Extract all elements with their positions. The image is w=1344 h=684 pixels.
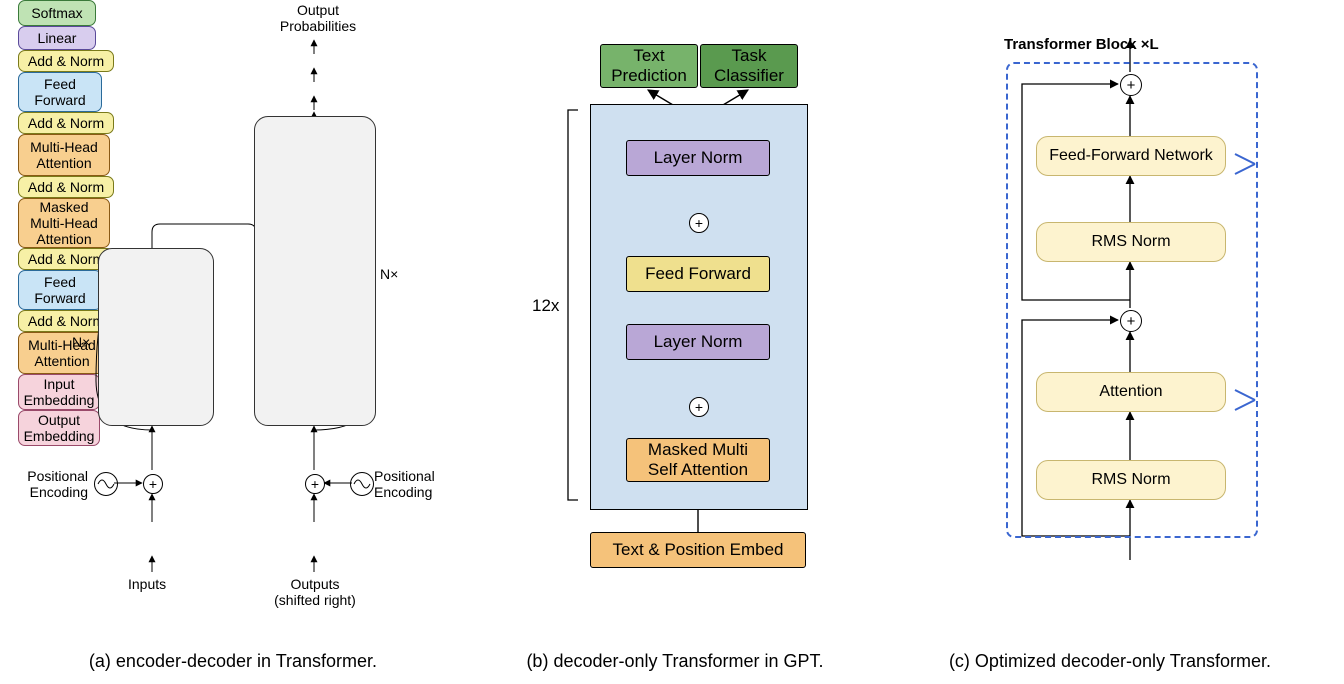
layer-norm-2-box: Layer Norm [626, 140, 770, 176]
plus-icon: + [689, 397, 709, 417]
transformer-block-title: Transformer Block ×L [1004, 36, 1159, 53]
inputs-label: Inputs [128, 576, 166, 592]
pos-enc-left-label: Positional Encoding [18, 468, 88, 500]
task-classifier-box: Task Classifier [700, 44, 798, 88]
dec-masked-mha: Masked Multi-Head Attention [18, 198, 110, 248]
pos-enc-right-label: Positional Encoding [374, 468, 435, 500]
dec-addnorm-1: Add & Norm [18, 176, 114, 198]
plus-icon: + [305, 474, 325, 494]
softmax-box: Softmax [18, 0, 96, 26]
rms-norm-2-box: RMS Norm [1036, 222, 1226, 262]
output-embedding-box: Output Embedding [18, 410, 100, 446]
linear-box: Linear [18, 26, 96, 50]
panel-c: Transformer Block ×L + Feed-Forward Netw… [910, 0, 1330, 624]
dec-addnorm-3: Add & Norm [18, 50, 114, 72]
layer-norm-1-box: Layer Norm [626, 324, 770, 360]
enc-ff: Feed Forward [18, 270, 102, 310]
caption-c: (c) Optimized decoder-only Transformer. [890, 651, 1330, 672]
dec-addnorm-2: Add & Norm [18, 112, 114, 134]
figure: Output Probabilities Softmax Linear Add … [0, 0, 1344, 684]
sine-icon [350, 472, 374, 496]
input-embedding-box: Input Embedding [18, 374, 100, 410]
feed-forward-box: Feed Forward [626, 256, 770, 292]
panel-a: Output Probabilities Softmax Linear Add … [18, 0, 448, 624]
sine-icon [94, 472, 118, 496]
output-probabilities-label: Output Probabilities [268, 2, 368, 34]
repeat-12x-label: 12x [532, 296, 559, 316]
text-prediction-box: Text Prediction [600, 44, 698, 88]
caption-a: (a) encoder-decoder in Transformer. [28, 651, 438, 672]
caption-b: (b) decoder-only Transformer in GPT. [470, 651, 880, 672]
plus-icon: + [1120, 310, 1142, 332]
plus-icon: + [1120, 74, 1142, 96]
dec-mha: Multi-Head Attention [18, 134, 110, 176]
masked-self-attention-box: Masked Multi Self Attention [626, 438, 770, 482]
rms-norm-1-box: RMS Norm [1036, 460, 1226, 500]
panel-b: Text Prediction Task Classifier Layer No… [470, 0, 880, 624]
ffn-box: Feed-Forward Network [1036, 136, 1226, 176]
nx-left-label: N× [72, 334, 90, 350]
plus-icon: + [143, 474, 163, 494]
decoder-stack [254, 116, 376, 426]
plus-icon: + [689, 213, 709, 233]
dec-ff: Feed Forward [18, 72, 102, 112]
outputs-label: Outputs (shifted right) [274, 576, 356, 608]
enc-mha: Multi-Head Attention [18, 332, 106, 374]
text-position-embed-box: Text & Position Embed [590, 532, 806, 568]
attention-box: Attention [1036, 372, 1226, 412]
nx-right-label: N× [380, 266, 398, 282]
encoder-stack [98, 248, 214, 426]
